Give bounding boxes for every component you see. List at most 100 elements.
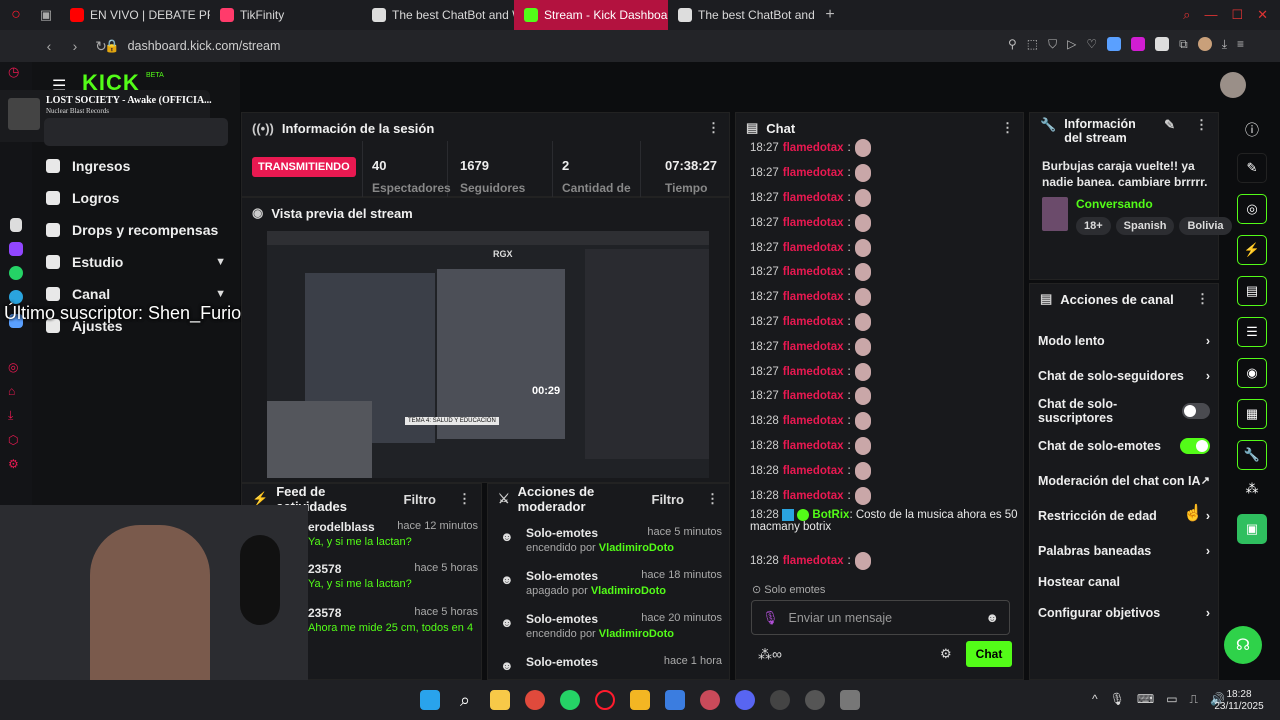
minimize-icon[interactable]: — bbox=[1204, 7, 1217, 23]
extension-icon[interactable] bbox=[1107, 37, 1122, 51]
tag[interactable]: 18+ bbox=[1076, 217, 1111, 235]
category-name[interactable]: Conversando bbox=[1076, 197, 1153, 211]
new-tab-button[interactable]: + bbox=[818, 6, 842, 24]
chat-widget-icon[interactable]: ☰ bbox=[1237, 317, 1267, 347]
user-avatar[interactable] bbox=[1220, 72, 1246, 98]
play-icon[interactable]: ▷ bbox=[1067, 37, 1076, 52]
windows-start-icon[interactable] bbox=[420, 690, 440, 710]
browser-tab[interactable]: TikFinity bbox=[210, 0, 362, 30]
opera-icon[interactable] bbox=[595, 690, 615, 710]
nav-item-estudio[interactable]: Estudio ▼ bbox=[32, 246, 240, 278]
tab-workspace-icon[interactable]: ▣ bbox=[32, 7, 60, 23]
url-field[interactable]: 🔒 dashboard.kick.com/stream bbox=[104, 36, 984, 56]
action-followers-only[interactable]: Chat de solo-seguidores › bbox=[1026, 358, 1222, 393]
broadcast-widget-icon[interactable]: ◉ bbox=[1237, 358, 1267, 388]
clock[interactable]: 18:28 23/11/2025 bbox=[1210, 689, 1268, 713]
more-icon[interactable]: ⋮ bbox=[458, 491, 471, 507]
tools-widget-icon[interactable]: 🔧 bbox=[1237, 440, 1267, 470]
notes-icon[interactable] bbox=[490, 690, 510, 710]
mic-icon[interactable]: 🎙 bbox=[762, 610, 779, 626]
twitch-icon[interactable] bbox=[9, 242, 23, 256]
app-widget-icon[interactable]: ▣ bbox=[1237, 514, 1267, 544]
action-goals[interactable]: Configurar objetivos › bbox=[1026, 595, 1222, 630]
chrome-icon[interactable] bbox=[525, 690, 545, 710]
pin-icon[interactable]: ⚲ bbox=[1008, 37, 1017, 52]
puzzle-icon[interactable]: ⧉ bbox=[1179, 37, 1188, 52]
extensions-icon[interactable]: ⬡ bbox=[8, 433, 24, 447]
whatsapp-icon[interactable] bbox=[9, 266, 23, 280]
nav-item-logros[interactable]: Logros bbox=[32, 182, 240, 214]
tag[interactable]: Bolivia bbox=[1179, 217, 1232, 235]
emoji-icon[interactable]: ☻ bbox=[985, 610, 999, 625]
extension-icon[interactable] bbox=[1131, 37, 1146, 51]
discord-icon[interactable] bbox=[735, 690, 755, 710]
support-chat-button[interactable]: ☊ bbox=[1224, 626, 1262, 664]
keyboard-icon[interactable]: ⌨ bbox=[1137, 692, 1154, 707]
back-icon[interactable]: ‹ bbox=[38, 38, 60, 55]
more-icon[interactable]: ⋮ bbox=[707, 120, 720, 136]
opera-logo-icon[interactable]: ○ bbox=[0, 6, 32, 24]
chat-input[interactable]: 🎙 Enviar un mensaje ☻ bbox=[751, 600, 1010, 635]
app-icon[interactable] bbox=[770, 690, 790, 710]
settings-icon[interactable]: ⚙ bbox=[8, 457, 24, 471]
more-icon[interactable]: ⋮ bbox=[1195, 117, 1208, 133]
snapshot-icon[interactable]: ⬚ bbox=[1027, 37, 1038, 52]
edit-layout-icon[interactable]: ✎ bbox=[1237, 153, 1267, 183]
subscribers-only-toggle[interactable] bbox=[1181, 402, 1210, 419]
shield-icon[interactable]: ⛉ bbox=[1048, 37, 1057, 52]
network-icon[interactable]: ⎍ bbox=[1190, 692, 1198, 707]
nav-item-drops[interactable]: Drops y recompensas bbox=[32, 214, 240, 246]
browser-tab[interactable]: The best ChatBot and Wi bbox=[668, 0, 818, 30]
more-icon[interactable]: ⋮ bbox=[1001, 120, 1014, 136]
activity-widget-icon[interactable]: ⚡ bbox=[1237, 235, 1267, 265]
points-icon[interactable]: ⁂∞ bbox=[758, 646, 782, 663]
action-slow-mode[interactable]: Modo lento › bbox=[1026, 323, 1222, 358]
heart-icon[interactable]: ♡ bbox=[1086, 37, 1097, 52]
kick-sidebar-icon[interactable] bbox=[10, 218, 22, 232]
preview-widget-icon[interactable]: ◎ bbox=[1237, 194, 1267, 224]
download-icon[interactable]: ⤓ bbox=[1222, 37, 1227, 52]
pinboard-icon[interactable]: ◎ bbox=[8, 360, 24, 374]
chevron-up-icon[interactable]: ^ bbox=[1092, 692, 1098, 707]
history-icon[interactable]: ◷ bbox=[8, 64, 24, 80]
search-icon[interactable]: ⌕ bbox=[455, 690, 475, 710]
store-icon[interactable] bbox=[665, 690, 685, 710]
send-chat-button[interactable]: Chat bbox=[966, 641, 1012, 667]
profile-avatar[interactable] bbox=[1197, 37, 1212, 51]
forward-icon[interactable]: › bbox=[64, 38, 86, 55]
search-icon[interactable]: ⌕ bbox=[1183, 7, 1190, 23]
more-widgets-icon[interactable]: ⁂ bbox=[1236, 481, 1268, 503]
more-icon[interactable]: ⋮ bbox=[706, 491, 719, 507]
display-icon[interactable]: ▭ bbox=[1166, 692, 1177, 707]
emotes-only-toggle[interactable] bbox=[1180, 437, 1210, 454]
browser-tab[interactable]: The best ChatBot and Wi bbox=[362, 0, 514, 30]
maximize-icon[interactable]: ☐ bbox=[1231, 7, 1243, 23]
filter-button[interactable]: Filtro bbox=[404, 492, 437, 507]
nav-item-ingresos[interactable]: Ingresos bbox=[32, 150, 240, 182]
filter-button[interactable]: Filtro bbox=[652, 492, 685, 507]
app-icon[interactable] bbox=[700, 690, 720, 710]
tag[interactable]: Spanish bbox=[1115, 217, 1175, 235]
stream-video[interactable]: RGX TEMA 4: SALUD Y EDUCACIÓN 00:29 bbox=[267, 231, 709, 478]
edit-icon[interactable]: ✎ bbox=[1164, 117, 1175, 133]
action-ai-moderation[interactable]: Moderación del chat con IA ↗ bbox=[1026, 463, 1222, 498]
app-icon[interactable] bbox=[805, 690, 825, 710]
bookmark-icon[interactable]: ⌂ bbox=[8, 384, 24, 398]
action-banned-words[interactable]: Palabras baneadas › bbox=[1026, 533, 1222, 568]
extension-icon[interactable] bbox=[1155, 37, 1170, 51]
menu-icon[interactable]: ≡ bbox=[1237, 37, 1244, 52]
session-widget-icon[interactable]: ▤ bbox=[1237, 276, 1267, 306]
action-host-channel[interactable]: Hostear canal bbox=[1026, 568, 1222, 595]
chat-settings-icon[interactable]: ⚙ bbox=[940, 646, 952, 662]
more-icon[interactable]: ⋮ bbox=[1196, 291, 1209, 307]
file-explorer-icon[interactable] bbox=[630, 690, 650, 710]
browser-tab[interactable]: EN VIVO | DEBATE PRESIE bbox=[60, 0, 210, 30]
download-icon[interactable]: ⤓ bbox=[8, 408, 24, 423]
mod-widget-icon[interactable]: ▦ bbox=[1237, 399, 1267, 429]
info-icon[interactable]: ⓘ bbox=[1236, 120, 1268, 142]
mic-icon[interactable]: 🎙 bbox=[1110, 692, 1125, 707]
whatsapp-icon[interactable] bbox=[560, 690, 580, 710]
telegram-icon[interactable] bbox=[9, 290, 23, 304]
app-icon[interactable] bbox=[840, 690, 860, 710]
close-icon[interactable]: ✕ bbox=[1257, 7, 1268, 23]
